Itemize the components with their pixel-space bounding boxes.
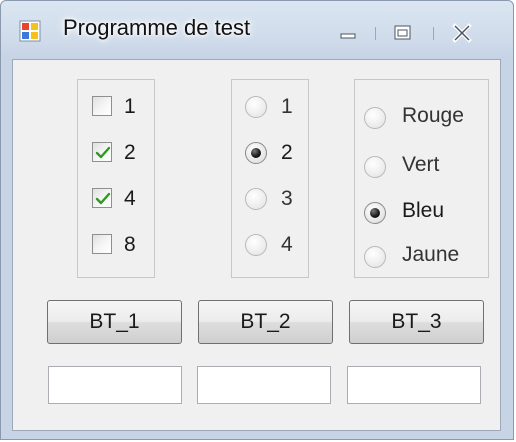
checkbox-8[interactable]: 8 xyxy=(92,232,148,262)
checkbox-label: 2 xyxy=(124,141,136,164)
bt1-button[interactable]: BT_1 xyxy=(47,300,182,344)
checkbox-4[interactable]: 4 xyxy=(92,186,148,216)
radio-button[interactable] xyxy=(364,107,386,129)
radio-label: Vert xyxy=(402,153,440,176)
radio-label: 2 xyxy=(281,141,293,164)
textbox-3[interactable] xyxy=(347,366,481,404)
radio-color-rouge[interactable]: Rouge xyxy=(364,103,482,133)
radio-selected-dot xyxy=(370,208,380,218)
minimize-icon xyxy=(340,33,356,39)
radio-button[interactable] xyxy=(245,188,267,210)
radio-number-1[interactable]: 1 xyxy=(245,94,303,124)
radio-color-bleu[interactable]: Bleu xyxy=(364,198,482,228)
radio-label: Bleu xyxy=(402,199,445,222)
radio-label: 1 xyxy=(281,95,293,118)
radio-color-jaune[interactable]: Jaune xyxy=(364,242,482,272)
radio-label: Jaune xyxy=(402,243,460,266)
checkbox-label: 8 xyxy=(124,233,136,256)
radio-button[interactable] xyxy=(364,156,386,178)
title-separator xyxy=(375,27,376,40)
radio-label: Rouge xyxy=(402,104,464,127)
title-bar[interactable]: Programme de test xyxy=(1,1,513,59)
textbox-1[interactable] xyxy=(48,366,182,404)
checkbox-label: 4 xyxy=(124,187,136,210)
radio-button[interactable] xyxy=(364,246,386,268)
minimize-button[interactable] xyxy=(331,21,365,45)
maximize-icon xyxy=(394,25,411,40)
radio-button[interactable] xyxy=(364,202,386,224)
radio-color-vert[interactable]: Vert xyxy=(364,152,482,182)
check-icon xyxy=(95,192,111,205)
checkbox-1[interactable]: 1 xyxy=(92,94,148,124)
radio-label: 3 xyxy=(281,187,293,210)
textbox-2[interactable] xyxy=(197,366,331,404)
checkbox-group: 1 2 4 8 xyxy=(77,79,155,278)
checkbox-box[interactable] xyxy=(92,188,112,208)
close-button[interactable] xyxy=(445,21,479,45)
radio-button[interactable] xyxy=(245,142,267,164)
checkbox-box[interactable] xyxy=(92,96,112,116)
app-window: Programme de test 1 2 4 8 1 2 3 4 Rouge … xyxy=(0,0,514,440)
checkbox-label: 1 xyxy=(124,95,136,118)
close-icon xyxy=(452,23,472,43)
radio-number-3[interactable]: 3 xyxy=(245,186,303,216)
radio-button[interactable] xyxy=(245,96,267,118)
check-icon xyxy=(95,146,111,159)
bt2-button[interactable]: BT_2 xyxy=(198,300,333,344)
radio-group-colors: Rouge Vert Bleu Jaune xyxy=(354,79,489,278)
form-client-area: 1 2 4 8 1 2 3 4 Rouge Vert Bleu Jaune BT… xyxy=(12,59,501,431)
radio-label: 4 xyxy=(281,233,293,256)
title-separator xyxy=(433,27,434,40)
radio-button[interactable] xyxy=(245,234,267,256)
window-title: Programme de test xyxy=(63,15,251,40)
checkbox-box[interactable] xyxy=(92,142,112,162)
radio-number-2[interactable]: 2 xyxy=(245,140,303,170)
app-icon[interactable] xyxy=(19,20,41,42)
checkbox-2[interactable]: 2 xyxy=(92,140,148,170)
radio-group-numbers: 1 2 3 4 xyxy=(231,79,309,278)
radio-selected-dot xyxy=(251,148,261,158)
checkbox-box[interactable] xyxy=(92,234,112,254)
maximize-button[interactable] xyxy=(385,21,419,45)
bt3-button[interactable]: BT_3 xyxy=(349,300,484,344)
radio-number-4[interactable]: 4 xyxy=(245,232,303,262)
